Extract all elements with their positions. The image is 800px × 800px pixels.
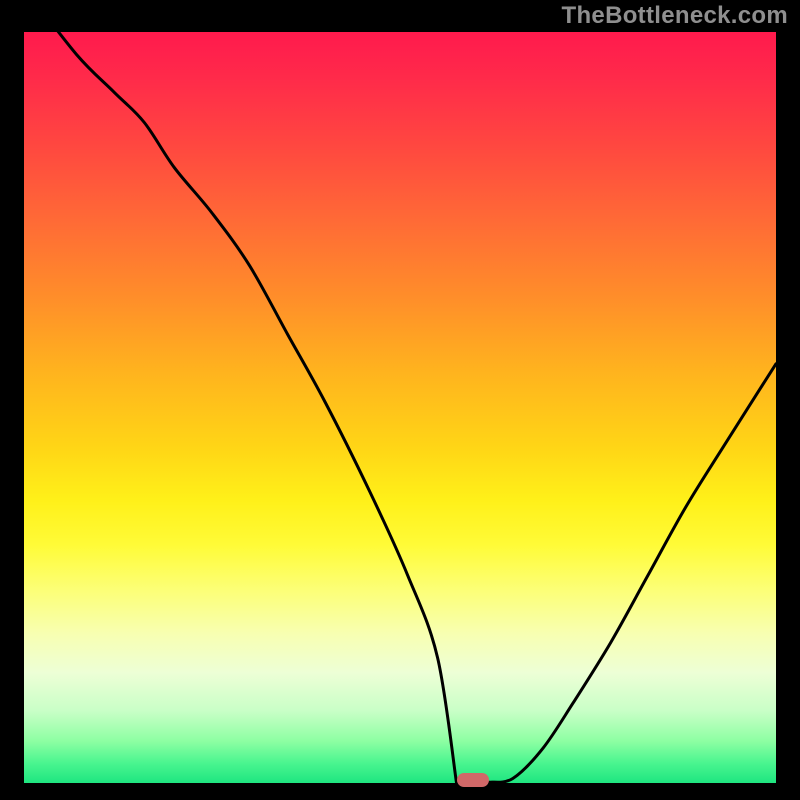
watermark-label: TheBottleneck.com — [562, 2, 788, 30]
chart-container: TheBottleneck.com — [0, 0, 800, 800]
x-axis — [24, 783, 776, 786]
bottleneck-curve — [24, 32, 776, 786]
optimal-point-marker — [457, 773, 489, 787]
gradient-plot-area — [24, 32, 776, 786]
